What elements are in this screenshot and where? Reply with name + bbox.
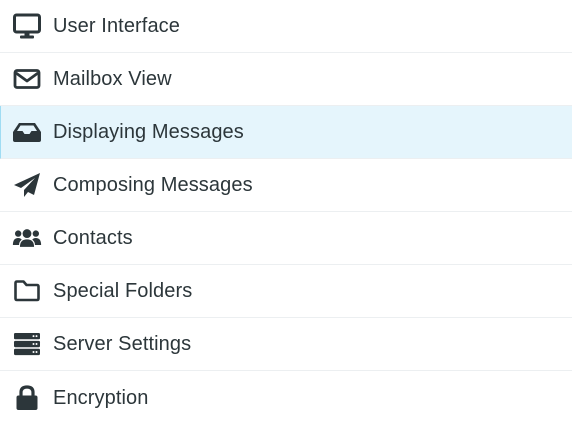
envelope-icon (12, 67, 42, 91)
server-icon (12, 332, 42, 356)
monitor-icon (12, 13, 42, 39)
settings-section-list: User Interface Mailbox View Displaying M… (0, 0, 572, 424)
section-server-settings[interactable]: Server Settings (0, 318, 572, 371)
section-displaying-messages[interactable]: Displaying Messages (0, 106, 572, 159)
section-special-folders[interactable]: Special Folders (0, 265, 572, 318)
section-label: Composing Messages (53, 174, 253, 196)
section-label: Displaying Messages (53, 121, 244, 143)
inbox-icon (12, 120, 42, 144)
users-icon (12, 226, 42, 250)
section-label: Server Settings (53, 333, 192, 355)
section-label: Encryption (53, 386, 149, 409)
section-label: User Interface (53, 15, 181, 37)
section-label: Mailbox View (53, 68, 172, 90)
section-encryption[interactable]: Encryption (0, 371, 572, 424)
section-label: Contacts (53, 227, 133, 249)
section-contacts[interactable]: Contacts (0, 212, 572, 265)
lock-icon (12, 384, 42, 410)
section-user-interface[interactable]: User Interface (0, 0, 572, 53)
section-mailbox-view[interactable]: Mailbox View (0, 53, 572, 106)
paper-plane-icon (12, 173, 42, 197)
section-composing-messages[interactable]: Composing Messages (0, 159, 572, 212)
section-label: Special Folders (53, 280, 193, 302)
folder-icon (12, 279, 42, 303)
